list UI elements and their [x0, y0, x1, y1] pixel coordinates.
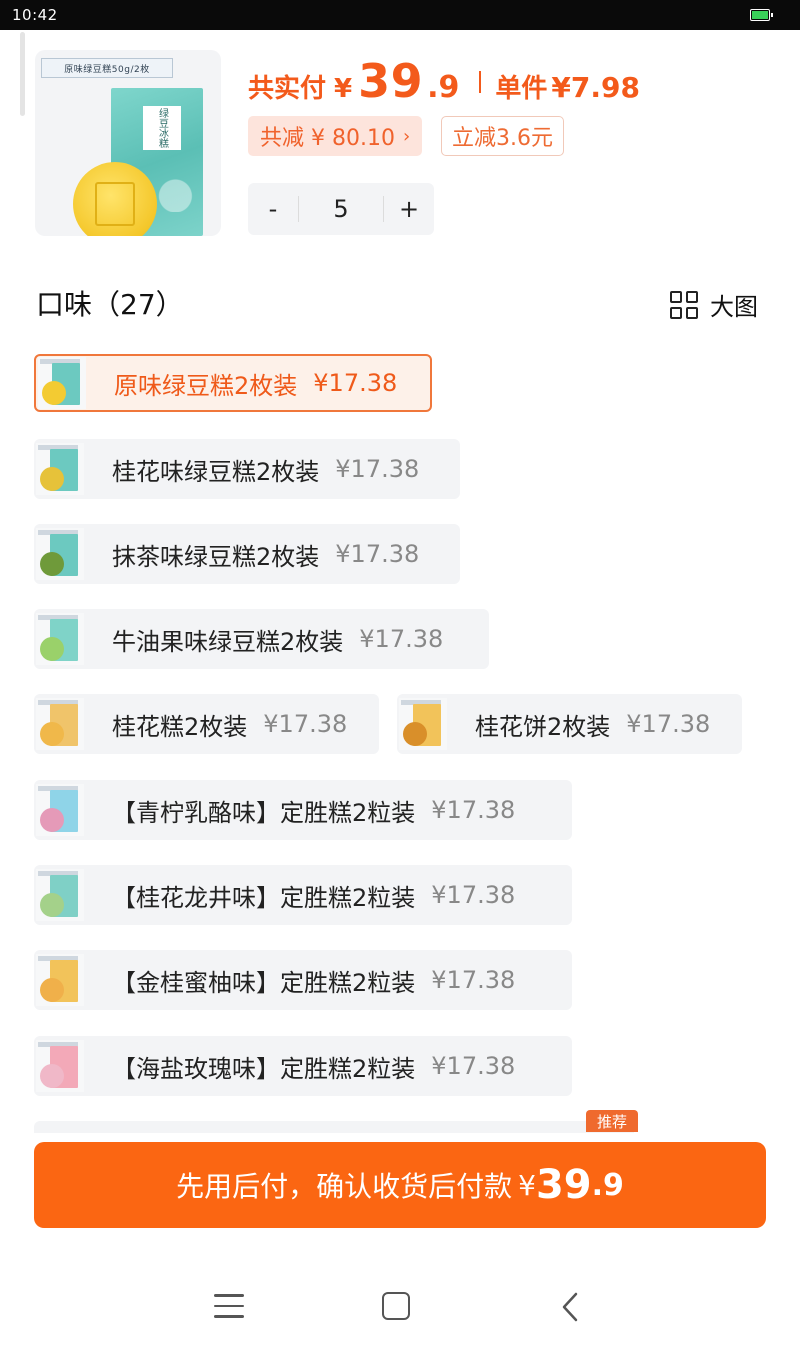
system-nav-bar [0, 1262, 800, 1357]
product-image[interactable]: 原味绿豆糕50g/2枚 绿豆冰糕 [35, 50, 221, 236]
flavor-name: 【桂花龙井味】定胜糕2粒装 [112, 883, 416, 912]
flavor-option[interactable]: 【金桂蜜柚味】定胜糕2粒装 ¥17.38 [34, 950, 572, 1010]
large-image-label: 大图 [710, 293, 758, 321]
flavor-price: ¥17.38 [431, 1052, 516, 1080]
menu-icon[interactable] [214, 1294, 244, 1318]
flavor-price: ¥17.38 [431, 796, 516, 824]
flavor-thumbnail [36, 613, 84, 665]
flavor-thumbnail [38, 357, 86, 409]
package-label: 原味绿豆糕50g/2枚 [41, 58, 173, 78]
flavor-name: 桂花糕2枚装 [112, 712, 248, 741]
pay-button-currency: ¥ [518, 1168, 536, 1202]
box-title: 绿豆冰糕 [143, 106, 181, 150]
flavor-thumbnail [36, 869, 84, 921]
total-reduce-text: 共减 ¥ 80.10 [260, 126, 395, 151]
instant-reduce-tag: 立减3.6元 [441, 116, 564, 156]
flavor-name: 桂花饼2枚装 [475, 712, 611, 741]
quantity-stepper: - 5 + [248, 183, 434, 235]
flavor-option[interactable]: 桂花味绿豆糕2枚装 ¥17.38 [34, 439, 460, 499]
flavor-option[interactable]: 原味绿豆糕2枚装 ¥17.38 [34, 354, 432, 412]
quantity-input[interactable]: 5 [298, 196, 384, 222]
flavor-option[interactable]: 【海盐玫瑰味】定胜糕2粒装 ¥17.38 [34, 1036, 572, 1096]
large-image-toggle[interactable]: 大图 [670, 287, 758, 322]
back-icon[interactable] [556, 1290, 586, 1324]
status-time: 10:42 [12, 6, 58, 24]
grid-icon [670, 290, 698, 319]
total-integer: 39 [358, 54, 424, 108]
flavor-name: 抹茶味绿豆糕2枚装 [112, 542, 320, 571]
flavor-thumbnail [36, 1040, 84, 1092]
flavor-option[interactable]: 【桂花龙井味】定胜糕2粒装 ¥17.38 [34, 865, 572, 925]
flavor-price: ¥17.38 [626, 710, 711, 738]
flavor-price: ¥17.38 [313, 369, 398, 397]
price-divider [479, 71, 482, 93]
pay-later-button[interactable]: 先用后付，确认收货后付款 ¥ 39 .9 [34, 1142, 766, 1228]
increase-button[interactable]: + [384, 195, 434, 223]
chevron-right-icon: › [402, 125, 411, 147]
flavor-section-title: 口味（27） [36, 288, 184, 321]
total-decimal: .9 [427, 70, 460, 105]
partial-list-item[interactable] [34, 1121, 634, 1133]
flavor-price: ¥17.38 [335, 540, 420, 568]
total-currency: ¥ [334, 74, 353, 104]
flavor-name: 原味绿豆糕2枚装 [114, 371, 298, 400]
pay-button-text: 先用后付，确认收货后付款 [176, 1170, 513, 1203]
flavor-thumbnail [36, 698, 84, 750]
battery-icon [750, 9, 773, 21]
flavor-price: ¥17.38 [431, 966, 516, 994]
flavor-thumbnail [36, 528, 84, 580]
flavor-name: 桂花味绿豆糕2枚装 [112, 457, 320, 486]
price-summary: 共实付 ¥ 39 .9 单件 ¥7.98 [248, 54, 640, 110]
flavor-option[interactable]: 桂花饼2枚装 ¥17.38 [397, 694, 742, 754]
total-label: 共实付 [248, 74, 327, 104]
flavor-thumbnail [36, 443, 84, 495]
flavor-option[interactable]: 抹茶味绿豆糕2枚装 ¥17.38 [34, 524, 460, 584]
pay-button-amount-integer: 39 [535, 1162, 592, 1208]
flavor-name: 【金桂蜜柚味】定胜糕2粒装 [112, 968, 416, 997]
flavor-option[interactable]: 桂花糕2枚装 ¥17.38 [34, 694, 379, 754]
instant-reduce-text: 立减3.6元 [452, 126, 553, 151]
flavor-thumbnail [36, 954, 84, 1006]
decrease-button[interactable]: - [248, 195, 298, 223]
flavor-option[interactable]: 【青柠乳酪味】定胜糕2粒装 ¥17.38 [34, 780, 572, 840]
unit-price: ¥7.98 [551, 71, 640, 104]
total-reduce-tag[interactable]: 共减 ¥ 80.10 › [248, 116, 423, 156]
home-icon[interactable] [382, 1292, 410, 1320]
status-bar: 10:42 [0, 0, 800, 30]
flavor-option[interactable]: 牛油果味绿豆糕2枚装 ¥17.38 [34, 609, 489, 669]
flavor-thumbnail [36, 784, 84, 836]
flavor-name: 【海盐玫瑰味】定胜糕2粒装 [112, 1054, 416, 1083]
flavor-price: ¥17.38 [431, 881, 516, 909]
cake-image [73, 162, 157, 236]
flavor-price: ¥17.38 [263, 710, 348, 738]
flavor-name: 牛油果味绿豆糕2枚装 [112, 627, 344, 656]
pay-button-amount-decimal: .9 [591, 1167, 624, 1203]
recommend-badge: 推荐 [586, 1110, 638, 1132]
scroll-indicator[interactable] [20, 32, 25, 116]
flavor-price: ¥17.38 [335, 455, 420, 483]
unit-label: 单件 [495, 74, 548, 104]
flavor-thumbnail [399, 698, 447, 750]
flavor-price: ¥17.38 [359, 625, 444, 653]
flavor-name: 【青柠乳酪味】定胜糕2粒装 [112, 798, 416, 827]
